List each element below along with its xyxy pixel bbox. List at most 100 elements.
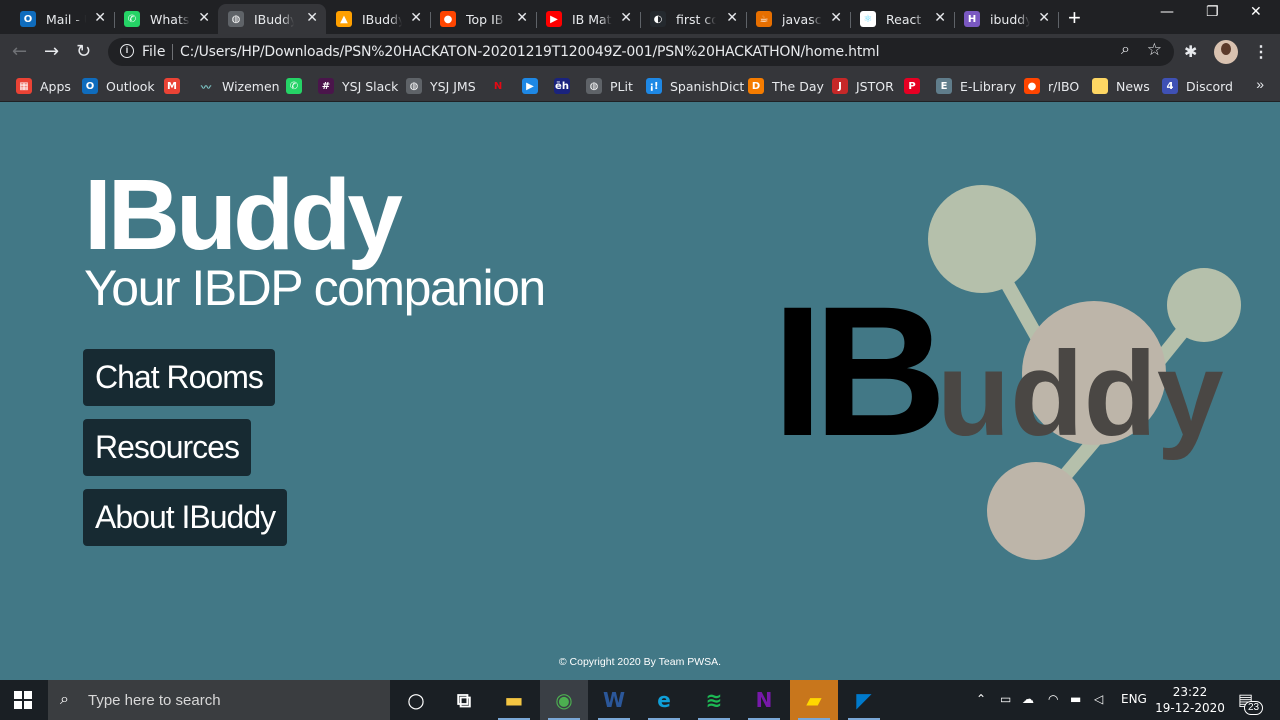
bookmark-item[interactable]: D The Day: [748, 76, 824, 96]
clock-time: 23:22: [1172, 685, 1208, 699]
bookmark-item[interactable]: 4 Discord: [1162, 76, 1233, 96]
close-tab-icon[interactable]: ✕: [410, 10, 422, 26]
close-tab-icon[interactable]: ✕: [830, 10, 842, 26]
about-ibuddy-button[interactable]: About IBuddy: [83, 489, 288, 546]
bookmark-item[interactable]: ¡! SpanishDict: [646, 76, 744, 96]
outlook-icon: O: [20, 11, 36, 27]
bookmark-item[interactable]: ✆: [286, 76, 302, 96]
resources-button[interactable]: Resources: [83, 419, 251, 476]
page-title: IBuddy: [84, 159, 403, 271]
bookmark-item[interactable]: M: [164, 76, 180, 96]
taskbar-search-box[interactable]: ⌕ Type here to search: [48, 680, 390, 720]
browser-tab[interactable]: ▶ IB Math ✕: [536, 4, 641, 34]
taskbar-app[interactable]: ▰: [790, 680, 838, 720]
chrome-icon: ◉: [555, 688, 573, 712]
taskbar-app[interactable]: e: [640, 680, 688, 720]
taskbar-app[interactable]: ≋: [690, 680, 738, 720]
close-tab-icon[interactable]: ✕: [94, 10, 106, 26]
java-icon: ☕: [756, 11, 772, 27]
bookmark-item[interactable]: J JSTOR: [832, 76, 894, 96]
taskbar-app[interactable]: ◉: [540, 680, 588, 720]
close-tab-icon[interactable]: ✕: [726, 10, 738, 26]
tab-title: Mail - U: [46, 11, 86, 27]
taskbar-clock[interactable]: 23:22 19-12-2020: [1150, 684, 1230, 716]
wifi-icon[interactable]: ◠: [1048, 692, 1058, 706]
browser-tab[interactable]: ◍ IBuddy ✕: [218, 4, 326, 34]
globe-icon: ◍: [406, 78, 422, 94]
notification-count: 23: [1244, 701, 1264, 715]
bookmark-item[interactable]: E E-Library: [936, 76, 1016, 96]
cortana-icon: ○: [407, 688, 425, 712]
browser-tab[interactable]: ▲ IBuddy ✕: [326, 4, 431, 34]
bookmark-item[interactable]: ◍ YSJ JMS: [406, 76, 476, 96]
bookmark-item[interactable]: ● r/IBO: [1024, 76, 1079, 96]
file-explorer-icon: ▬: [504, 688, 524, 712]
zoom-icon[interactable]: ⌕: [1121, 41, 1130, 59]
browser-tab[interactable]: ● Top IB F ✕: [430, 4, 537, 34]
extensions-icon[interactable]: ✱: [1184, 42, 1197, 62]
close-tab-icon[interactable]: ✕: [198, 10, 210, 26]
taskbar-app[interactable]: N: [740, 680, 788, 720]
back-button[interactable]: ←: [12, 41, 27, 62]
chat-rooms-button[interactable]: Chat Rooms: [83, 349, 275, 406]
windows-taskbar: ⌕ Type here to search ○ ⧉ ▬ ◉ We ≋ N ▰ ◤ ⌃ ▭ ☁ ◠…: [0, 680, 1280, 720]
close-tab-icon[interactable]: ✕: [306, 10, 318, 26]
minimize-button[interactable]: —: [1160, 4, 1174, 20]
taskbar-app[interactable]: W: [590, 680, 638, 720]
volume-icon[interactable]: ◁: [1094, 692, 1103, 706]
bookmark-item[interactable]: ◍ PLit: [586, 76, 633, 96]
site-info-icon[interactable]: i: [120, 44, 134, 58]
bookmark-label: YSJ Slack: [342, 78, 399, 94]
browser-tab[interactable]: Hibuddy ✕: [954, 4, 1059, 34]
onedrive-icon[interactable]: ☁: [1022, 692, 1034, 706]
url-text[interactable]: C:/Users/HP/Downloads/PSN%20HACKATON-202…: [180, 44, 879, 60]
tab-title: React R: [886, 11, 926, 27]
bookmark-star-icon[interactable]: ☆: [1147, 40, 1162, 60]
tab-strip: O Mail - U ✕ ✆ WhatsA ✕ ◍ IBuddy ✕ ▲ IBuddy ✕ ● Top I…: [0, 0, 1280, 34]
tablet-icon[interactable]: ▭: [1000, 692, 1011, 706]
github-icon: ◐: [650, 11, 666, 27]
close-tab-icon[interactable]: ✕: [620, 10, 632, 26]
bookmark-label: PLit: [610, 78, 633, 94]
taskbar-app[interactable]: ⧉: [440, 680, 488, 720]
taskbar-app[interactable]: ○: [392, 680, 440, 720]
bookmark-item[interactable]: O Outlook: [82, 76, 155, 96]
address-bar[interactable]: i File C:/Users/HP/Downloads/PSN%20HACKA…: [108, 38, 1174, 66]
bookmark-item[interactable]: P: [904, 76, 920, 96]
browser-tab[interactable]: ☕ javascri ✕: [746, 4, 851, 34]
reload-button[interactable]: ↻: [76, 41, 91, 62]
bookmarks-overflow-icon[interactable]: »: [1256, 76, 1264, 92]
forward-button[interactable]: →: [44, 41, 59, 62]
taskbar-app[interactable]: ◤: [840, 680, 888, 720]
close-tab-icon[interactable]: ✕: [934, 10, 946, 26]
chrome-menu-icon[interactable]: ⋮: [1253, 42, 1269, 62]
copyright-footer: © Copyright 2020 By Team PWSA.: [558, 656, 722, 668]
bookmark-item[interactable]: N: [490, 76, 506, 96]
bookmark-item[interactable]: ▶: [522, 76, 538, 96]
spanishdict-icon: ¡!: [646, 78, 662, 94]
bookmark-item[interactable]: ēh: [554, 76, 570, 96]
task-view-icon: ⧉: [456, 688, 472, 712]
bookmark-label: News: [1116, 78, 1150, 94]
profile-avatar[interactable]: [1214, 40, 1238, 64]
browser-tab[interactable]: ⚛ React R ✕: [850, 4, 955, 34]
bookmark-item[interactable]: # YSJ Slack: [318, 76, 398, 96]
restore-button[interactable]: ❐: [1206, 4, 1219, 20]
battery-icon[interactable]: ▬: [1070, 692, 1081, 706]
bookmark-item[interactable]: ▦ Apps: [16, 76, 71, 96]
bookmark-item[interactable]: 〰 Wizemen: [198, 76, 280, 96]
language-indicator[interactable]: ENG: [1121, 692, 1147, 706]
close-tab-icon[interactable]: ✕: [516, 10, 528, 26]
browser-tab[interactable]: ◐ first cor ✕: [640, 4, 747, 34]
taskbar-app[interactable]: ▬: [490, 680, 538, 720]
bookmark-item[interactable]: News: [1092, 76, 1150, 96]
close-window-button[interactable]: ✕: [1250, 4, 1262, 20]
browser-tab[interactable]: O Mail - U ✕: [10, 4, 115, 34]
discord-calendar-icon: 4: [1162, 78, 1178, 94]
windows-start-icon[interactable]: [14, 691, 32, 709]
new-tab-button[interactable]: +: [1068, 5, 1081, 31]
tray-overflow-icon[interactable]: ⌃: [976, 692, 986, 706]
close-tab-icon[interactable]: ✕: [1038, 10, 1050, 26]
ibuddy-logo: IBuddy: [772, 185, 1241, 560]
browser-tab[interactable]: ✆ WhatsA ✕: [114, 4, 218, 34]
